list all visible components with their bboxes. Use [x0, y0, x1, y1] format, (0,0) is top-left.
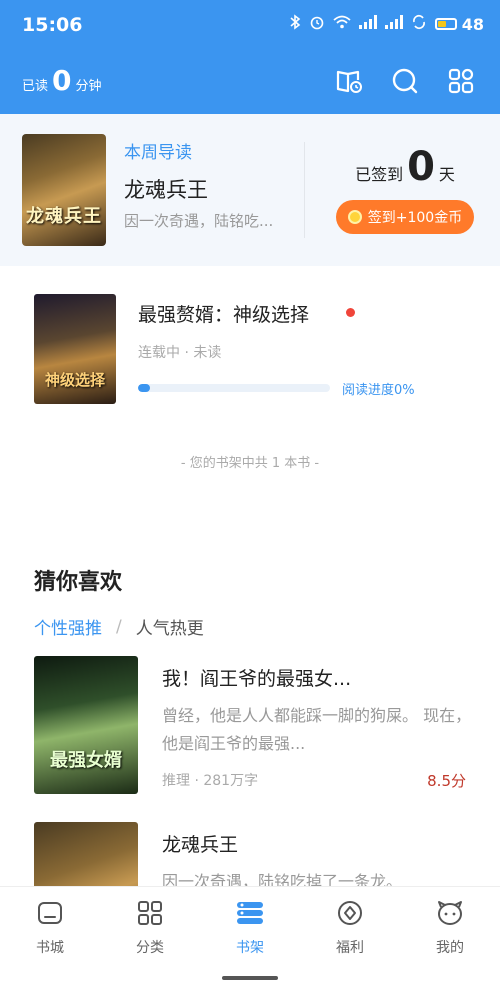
status-time: 15:06	[22, 14, 83, 36]
wifi-icon	[333, 15, 351, 33]
welfare-icon	[336, 899, 364, 931]
recommend-book-title[interactable]: 龙魂兵王	[162, 830, 238, 857]
battery-fill	[438, 20, 447, 27]
bottom-nav: 书城 分类 书架 福利 我的	[0, 886, 500, 968]
status-icons: 48	[289, 14, 484, 34]
bookshelf-icon	[235, 899, 265, 931]
signin-days-count: 0	[407, 144, 435, 190]
guide-book-cover[interactable]: 龙魂兵王	[22, 134, 106, 246]
shelf-book-status: 连载中 · 未读	[138, 345, 222, 361]
nav-item-category[interactable]: 分类	[100, 887, 200, 968]
battery-indicator: 48	[435, 15, 484, 34]
recommend-cover[interactable]	[34, 822, 138, 886]
nav-label: 福利	[336, 940, 364, 956]
recommend-book-desc: 因一次奇遇，陆铭吃掉了一条龙。	[162, 872, 403, 886]
shelf-cover-title: 神级选择	[44, 371, 105, 389]
shelf-book-cover[interactable]: 神级选择	[34, 294, 116, 404]
weekly-guide-tag: 本周导读	[124, 143, 192, 163]
grid-menu-icon[interactable]	[444, 64, 478, 98]
home-indicator	[222, 976, 278, 980]
tab-popular-updates[interactable]: 人气热更	[136, 614, 204, 639]
signin-days: 已签到 0 天	[330, 144, 480, 190]
nav-item-welfare[interactable]: 福利	[300, 887, 400, 968]
shelf-book-item[interactable]: 神级选择 最强赘婿：神级选择 连载中 · 未读 阅读进度0%	[0, 290, 500, 416]
sync-icon	[411, 14, 427, 34]
tab-separator: /	[116, 616, 122, 637]
coin-icon	[347, 210, 362, 224]
recommend-book-score: 8.5分	[427, 772, 466, 790]
signin-prefix: 已签到	[355, 165, 404, 184]
reading-progress-fill	[138, 384, 150, 392]
signin-suffix: 天	[438, 165, 455, 184]
signin-button-label: 签到+100金币	[367, 210, 463, 226]
signin-button[interactable]: 签到+100金币	[336, 200, 474, 234]
reading-progress-label: 阅读进度0%	[342, 383, 415, 398]
guide-divider	[304, 142, 305, 238]
header: 已读 0 分钟	[0, 48, 500, 114]
reading-progress-bar	[138, 384, 330, 392]
reading-time: 已读 0 分钟	[22, 64, 102, 97]
bookstore-icon	[36, 899, 64, 931]
reading-time-prefix: 已读	[22, 79, 49, 94]
nav-item-bookshelf[interactable]: 书架	[200, 887, 300, 968]
recommend-book-title[interactable]: 我！阎王爷的最强女...	[162, 664, 351, 691]
search-icon[interactable]	[388, 64, 422, 98]
recommend-book-meta: 推理 · 281万字	[162, 773, 259, 789]
nav-label: 分类	[136, 940, 164, 956]
nav-label: 书架	[236, 940, 264, 956]
alarm-icon	[309, 14, 325, 34]
signal-icon	[385, 15, 404, 33]
battery-icon	[435, 17, 458, 30]
category-icon	[136, 899, 164, 931]
top-bar: 15:06 48 已读 0 分钟	[0, 0, 500, 114]
tab-personal-picks[interactable]: 个性强推	[34, 614, 102, 639]
recommend-book-desc: 曾经，他是人人都能踩一脚的狗屎。 现在，他是阎王爷的最强...	[162, 706, 472, 753]
status-bar: 15:06 48	[0, 0, 500, 48]
guide-book-desc: 因一次奇遇，陆铭吃...	[124, 212, 274, 230]
recommend-title: 猜你喜欢	[34, 570, 123, 595]
nav-item-profile[interactable]: 我的	[400, 887, 500, 968]
signal-icon	[359, 15, 378, 33]
recommend-cover-title: 最强女婿	[50, 750, 122, 771]
nav-label: 我的	[436, 940, 464, 956]
guide-book-title[interactable]: 龙魂兵王	[124, 174, 208, 204]
battery-percent: 48	[461, 14, 484, 34]
reading-time-suffix: 分钟	[75, 79, 102, 94]
guide-cover-title: 龙魂兵王	[26, 206, 102, 227]
reading-time-value: 0	[52, 64, 72, 97]
recommend-item[interactable]: 龙魂兵王 因一次奇遇，陆铭吃掉了一条龙。	[0, 822, 500, 886]
unread-dot	[346, 308, 355, 317]
bluetooth-icon	[289, 14, 301, 34]
header-actions	[332, 64, 478, 98]
nav-label: 书城	[36, 940, 64, 956]
profile-icon	[435, 899, 465, 931]
recommend-cover[interactable]: 最强女婿	[34, 656, 138, 794]
shelf-count: - 您的书架中共 1 本书 -	[180, 456, 320, 471]
weekly-guide-card[interactable]: 龙魂兵王 本周导读 龙魂兵王 因一次奇遇，陆铭吃... 已签到 0 天 签到+1…	[0, 114, 500, 266]
signin-panel: 已签到 0 天 签到+100金币	[330, 144, 480, 234]
bookshelf-manage-icon[interactable]	[332, 64, 366, 98]
shelf-book-title[interactable]: 最强赘婿：神级选择	[138, 300, 309, 327]
nav-item-bookstore[interactable]: 书城	[0, 887, 100, 968]
recommend-tabs: 个性强推 / 人气热更	[34, 614, 204, 640]
